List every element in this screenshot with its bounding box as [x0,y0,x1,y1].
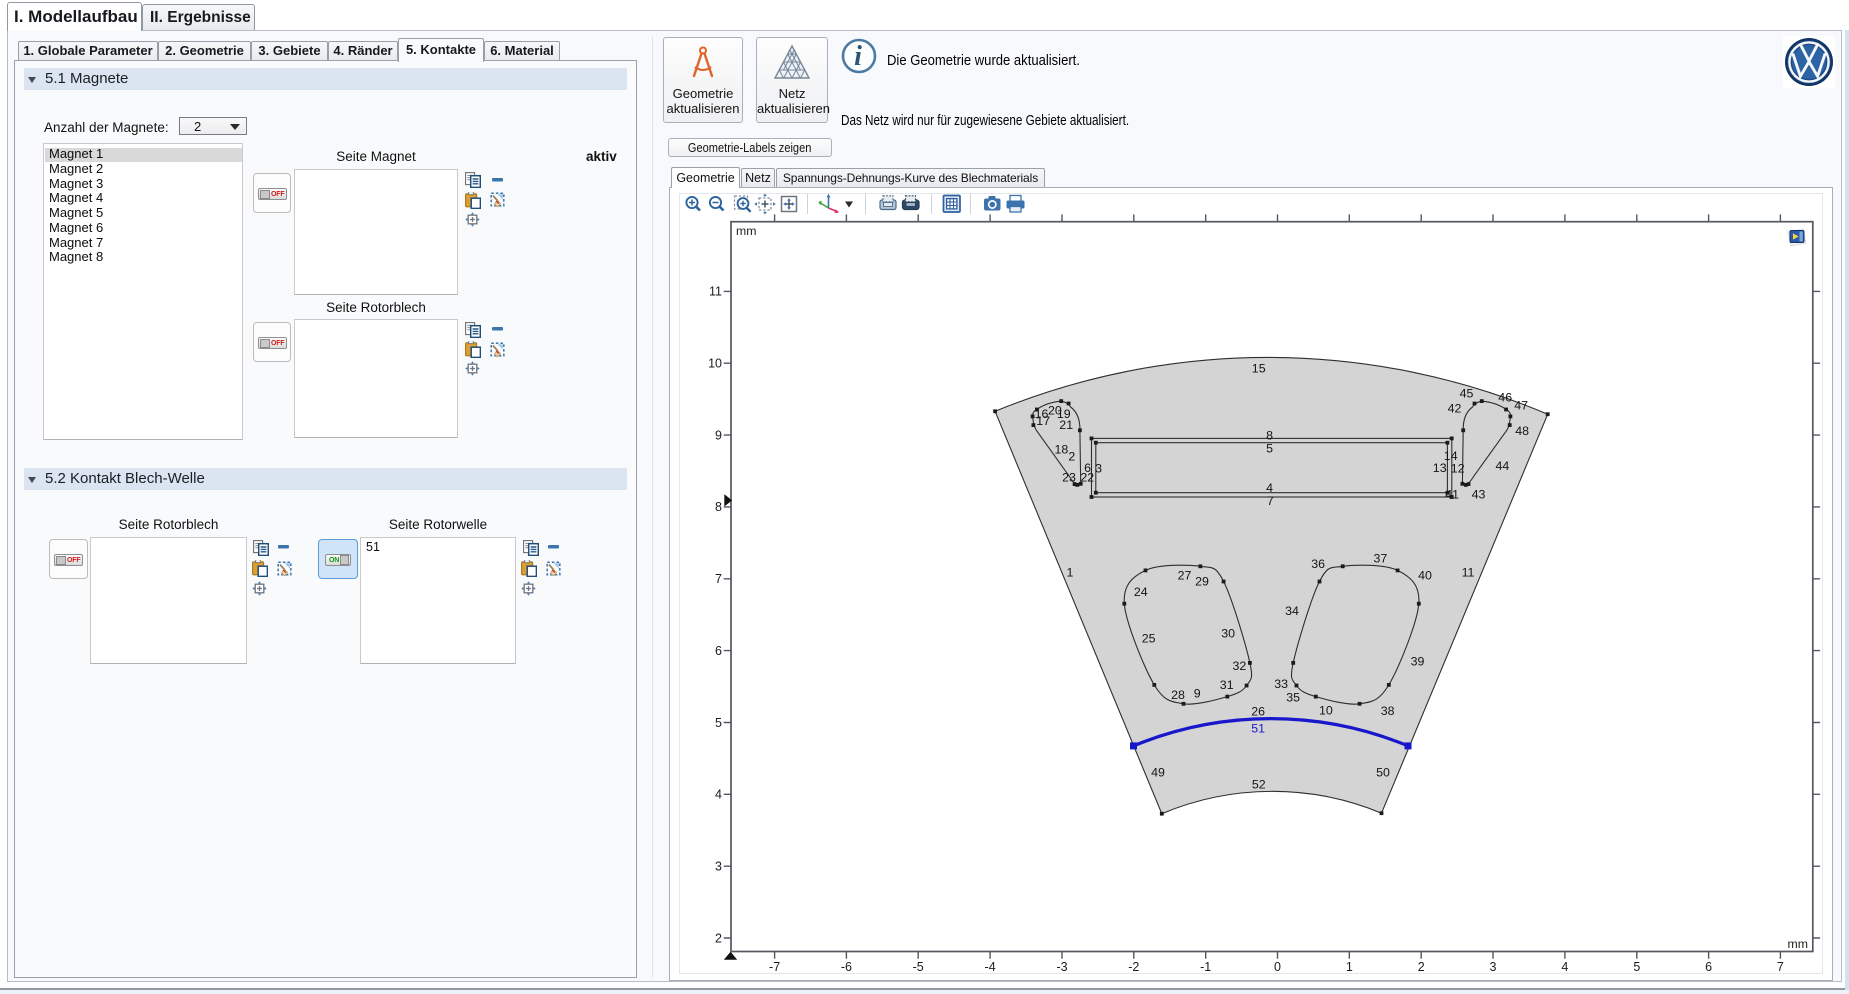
svg-text:28: 28 [1171,688,1185,702]
svg-text:35: 35 [1286,691,1300,705]
svg-text:7: 7 [1267,494,1274,508]
svg-text:3: 3 [715,860,722,874]
svg-text:-2: -2 [1128,960,1139,974]
svg-text:7: 7 [715,572,722,586]
svg-text:2: 2 [1068,449,1075,463]
svg-text:36: 36 [1311,557,1325,571]
svg-text:0: 0 [1274,960,1281,974]
svg-text:-6: -6 [841,960,852,974]
svg-text:27: 27 [1178,569,1192,583]
svg-text:9: 9 [1194,686,1201,700]
svg-text:23: 23 [1062,470,1076,484]
svg-text:41: 41 [1445,488,1459,502]
svg-text:5: 5 [1266,441,1273,455]
svg-text:mm: mm [1788,937,1809,951]
svg-text:10: 10 [708,357,722,371]
svg-text:33: 33 [1274,677,1288,691]
svg-text:3: 3 [1490,960,1497,974]
svg-text:30: 30 [1221,627,1235,641]
svg-text:7: 7 [1777,960,1784,974]
svg-text:-7: -7 [769,960,780,974]
svg-text:15: 15 [1252,362,1266,376]
svg-text:45: 45 [1460,387,1474,401]
svg-text:4: 4 [1561,960,1568,974]
svg-text:2: 2 [1418,960,1425,974]
svg-text:26: 26 [1251,704,1265,718]
svg-text:47: 47 [1514,399,1528,413]
svg-text:i: i [854,41,862,72]
svg-text:46: 46 [1498,390,1512,404]
svg-text:42: 42 [1448,402,1462,416]
svg-text:1: 1 [1346,960,1353,974]
svg-text:4: 4 [715,788,722,802]
svg-text:3: 3 [1095,461,1102,475]
svg-text:17: 17 [1036,414,1050,428]
svg-text:31: 31 [1220,678,1234,692]
svg-text:5: 5 [715,716,722,730]
svg-text:52: 52 [1252,778,1266,792]
svg-text:9: 9 [715,428,722,442]
svg-text:34: 34 [1285,604,1299,618]
svg-text:-3: -3 [1056,960,1067,974]
svg-text:-5: -5 [913,960,924,974]
svg-text:11: 11 [1462,565,1475,579]
svg-text:18: 18 [1055,443,1069,457]
svg-text:6: 6 [1705,960,1712,974]
svg-text:49: 49 [1151,765,1165,779]
svg-text:44: 44 [1496,459,1510,473]
svg-text:-4: -4 [985,960,996,974]
svg-text:37: 37 [1374,551,1388,565]
svg-text:50: 50 [1376,765,1390,779]
svg-text:1: 1 [1067,565,1074,579]
svg-text:8: 8 [1266,428,1273,442]
svg-text:-1: -1 [1200,960,1211,974]
svg-text:51: 51 [1251,722,1265,736]
svg-text:12: 12 [1451,461,1465,475]
svg-text:5: 5 [1633,960,1640,974]
svg-text:32: 32 [1233,659,1247,673]
svg-text:mm: mm [736,224,757,238]
svg-text:21: 21 [1059,418,1073,432]
svg-text:39: 39 [1411,655,1425,669]
svg-text:4: 4 [1266,481,1273,495]
svg-text:6: 6 [1084,461,1091,475]
svg-text:25: 25 [1142,632,1156,646]
svg-text:48: 48 [1515,424,1529,438]
svg-text:24: 24 [1134,585,1148,599]
svg-text:43: 43 [1472,488,1486,502]
svg-text:13: 13 [1433,461,1447,475]
svg-text:29: 29 [1195,574,1209,588]
svg-text:10: 10 [1319,703,1333,717]
svg-text:6: 6 [715,644,722,658]
svg-text:40: 40 [1418,568,1432,582]
svg-text:2: 2 [715,931,722,945]
svg-text:8: 8 [715,500,722,514]
svg-text:11: 11 [709,285,722,299]
svg-text:38: 38 [1381,704,1395,718]
